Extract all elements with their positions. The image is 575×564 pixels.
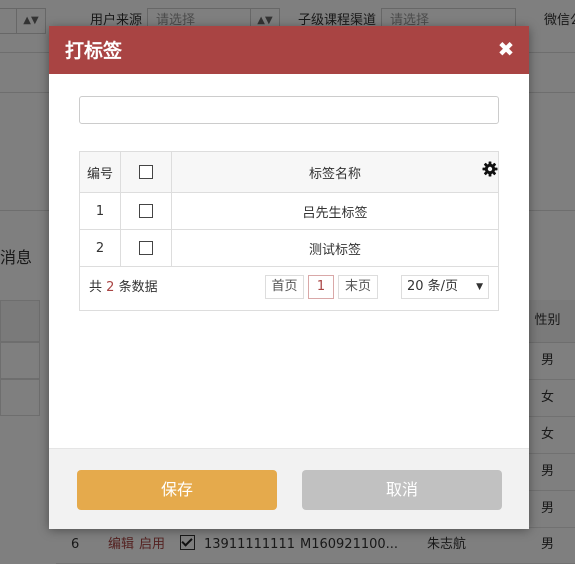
save-button[interactable]: 保存 [77, 470, 277, 510]
row-checkbox[interactable] [139, 204, 153, 218]
row-index: 1 [79, 192, 121, 230]
row-index: 2 [79, 229, 121, 267]
modal-title: 打标签 [65, 40, 123, 62]
tag-table: 编号 标签名称 1 吕先生标签 2 测试标签 [79, 151, 499, 267]
select-all-checkbox[interactable] [139, 165, 153, 179]
last-page-button[interactable]: 末页 [338, 275, 378, 299]
gear-icon[interactable] [482, 161, 498, 177]
page-size-value: 20 条/页 [407, 279, 459, 294]
modal-footer: 保存 取消 [49, 448, 529, 529]
first-page-button[interactable]: 首页 [265, 275, 304, 299]
total-count-text: 共 2 条数据 [89, 265, 158, 311]
row-checkbox[interactable] [139, 241, 153, 255]
column-header-select [120, 151, 172, 193]
table-row[interactable]: 1 吕先生标签 [79, 192, 499, 230]
cancel-button[interactable]: 取消 [302, 470, 502, 510]
close-icon[interactable]: ✖ [497, 38, 515, 60]
total-count: 2 [106, 280, 115, 295]
page-size-select[interactable]: 20 条/页 ▼ [401, 275, 489, 299]
modal-header: 打标签 ✖ [49, 26, 529, 74]
tag-search-input[interactable] [79, 96, 499, 124]
dropdown-arrow-icon: ▼ [476, 282, 483, 292]
tag-modal: 打标签 ✖ 编号 标签名称 1 吕先生标签 2 测试标签 共 2 条数据 首页 … [49, 26, 529, 529]
column-header-number: 编号 [79, 151, 121, 193]
pagination: 共 2 条数据 首页 1 末页 20 条/页 ▼ [79, 265, 499, 311]
row-select-cell [120, 192, 172, 230]
table-row[interactable]: 2 测试标签 [79, 229, 499, 267]
row-tag-name: 吕先生标签 [171, 192, 499, 230]
table-header-row: 编号 标签名称 [79, 151, 499, 193]
row-tag-name: 测试标签 [171, 229, 499, 267]
column-header-tag-name: 标签名称 [171, 151, 499, 193]
current-page-button[interactable]: 1 [308, 275, 334, 299]
total-prefix: 共 [89, 280, 103, 295]
total-suffix: 条数据 [118, 280, 158, 295]
row-select-cell [120, 229, 172, 267]
column-header-label: 标签名称 [308, 166, 361, 182]
